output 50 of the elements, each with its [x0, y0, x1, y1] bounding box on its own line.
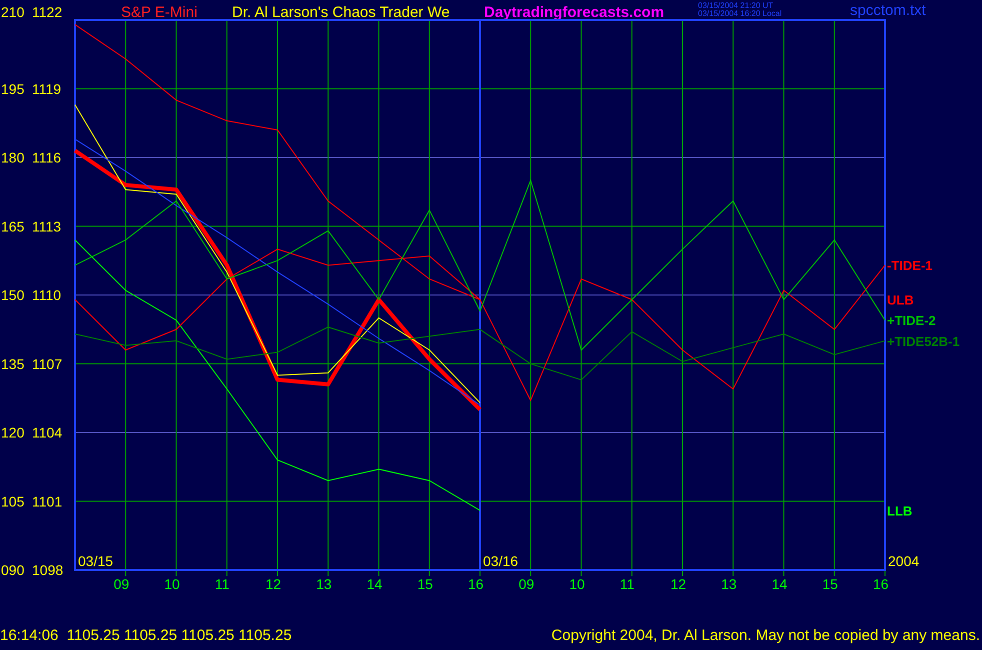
tick-label: 1122	[32, 4, 62, 20]
timestamp: 03/15/2004 21:20 UT	[698, 1, 774, 10]
tick-label: 14	[772, 576, 788, 592]
quote-readout: 16:14:06 1105.25 1105.25 1105.25 1105.25	[0, 626, 292, 644]
date-label: 03/16	[483, 553, 518, 569]
instrument-title: S&P E-Mini	[121, 4, 198, 21]
tick-label: 16	[873, 576, 889, 592]
axis-code: 150	[1, 287, 24, 303]
axis-code: 210	[1, 4, 24, 20]
tick-label: 1101	[32, 493, 62, 510]
axis-code: 195	[1, 80, 24, 97]
series-label: +TIDE-2	[887, 313, 936, 328]
axis-code: 105	[1, 493, 24, 510]
axis-code: 180	[1, 150, 24, 166]
tick-label: 09	[114, 576, 130, 592]
axis-code: 120	[1, 424, 24, 440]
chart-title: Dr. Al Larson's Chaos Trader We	[232, 4, 450, 21]
axis-code: 135	[1, 356, 24, 372]
tick-label: 14	[366, 576, 382, 592]
tick-label: 11	[214, 576, 230, 592]
axis-code: 165	[1, 218, 24, 234]
tick-label: 1116	[32, 150, 62, 166]
tick-label: 1104	[32, 424, 62, 440]
tick-label: 12	[266, 576, 282, 592]
series-label: LLB	[887, 503, 912, 518]
tick-label: 15	[417, 576, 433, 592]
tick-label: 1113	[32, 218, 62, 234]
tick-label: 16	[468, 576, 484, 592]
tick-label: 11	[620, 576, 634, 592]
tick-label: 1110	[32, 287, 62, 303]
tick-label: 10	[164, 576, 180, 592]
tick-label: 1098	[32, 562, 64, 578]
series-label: +TIDE52B-1	[887, 334, 960, 349]
axis-code: 090	[1, 562, 24, 578]
tick-label: 15	[822, 576, 838, 592]
tick-label: 12	[670, 576, 686, 592]
tick-label: 1119	[32, 80, 62, 97]
series-label: -TIDE-1	[887, 258, 932, 274]
site-name: Daytradingforecasts.com	[484, 4, 664, 21]
series-label: ULB	[887, 292, 914, 308]
timestamp: 03/15/2004 16:20 Local	[698, 9, 782, 18]
tick-label: 13	[316, 576, 332, 592]
tick-label: 09	[518, 576, 534, 592]
tick-label: 13	[721, 576, 737, 592]
tick-label: 1107	[32, 356, 62, 372]
copyright-notice: Copyright 2004, Dr. Al Larson. May not be copied by any means.	[551, 626, 980, 644]
date-label: 03/15	[78, 553, 114, 569]
tick-label: 10	[569, 576, 585, 592]
file-name: spcctom.txt	[850, 2, 926, 19]
date-label: 2004	[888, 553, 920, 569]
